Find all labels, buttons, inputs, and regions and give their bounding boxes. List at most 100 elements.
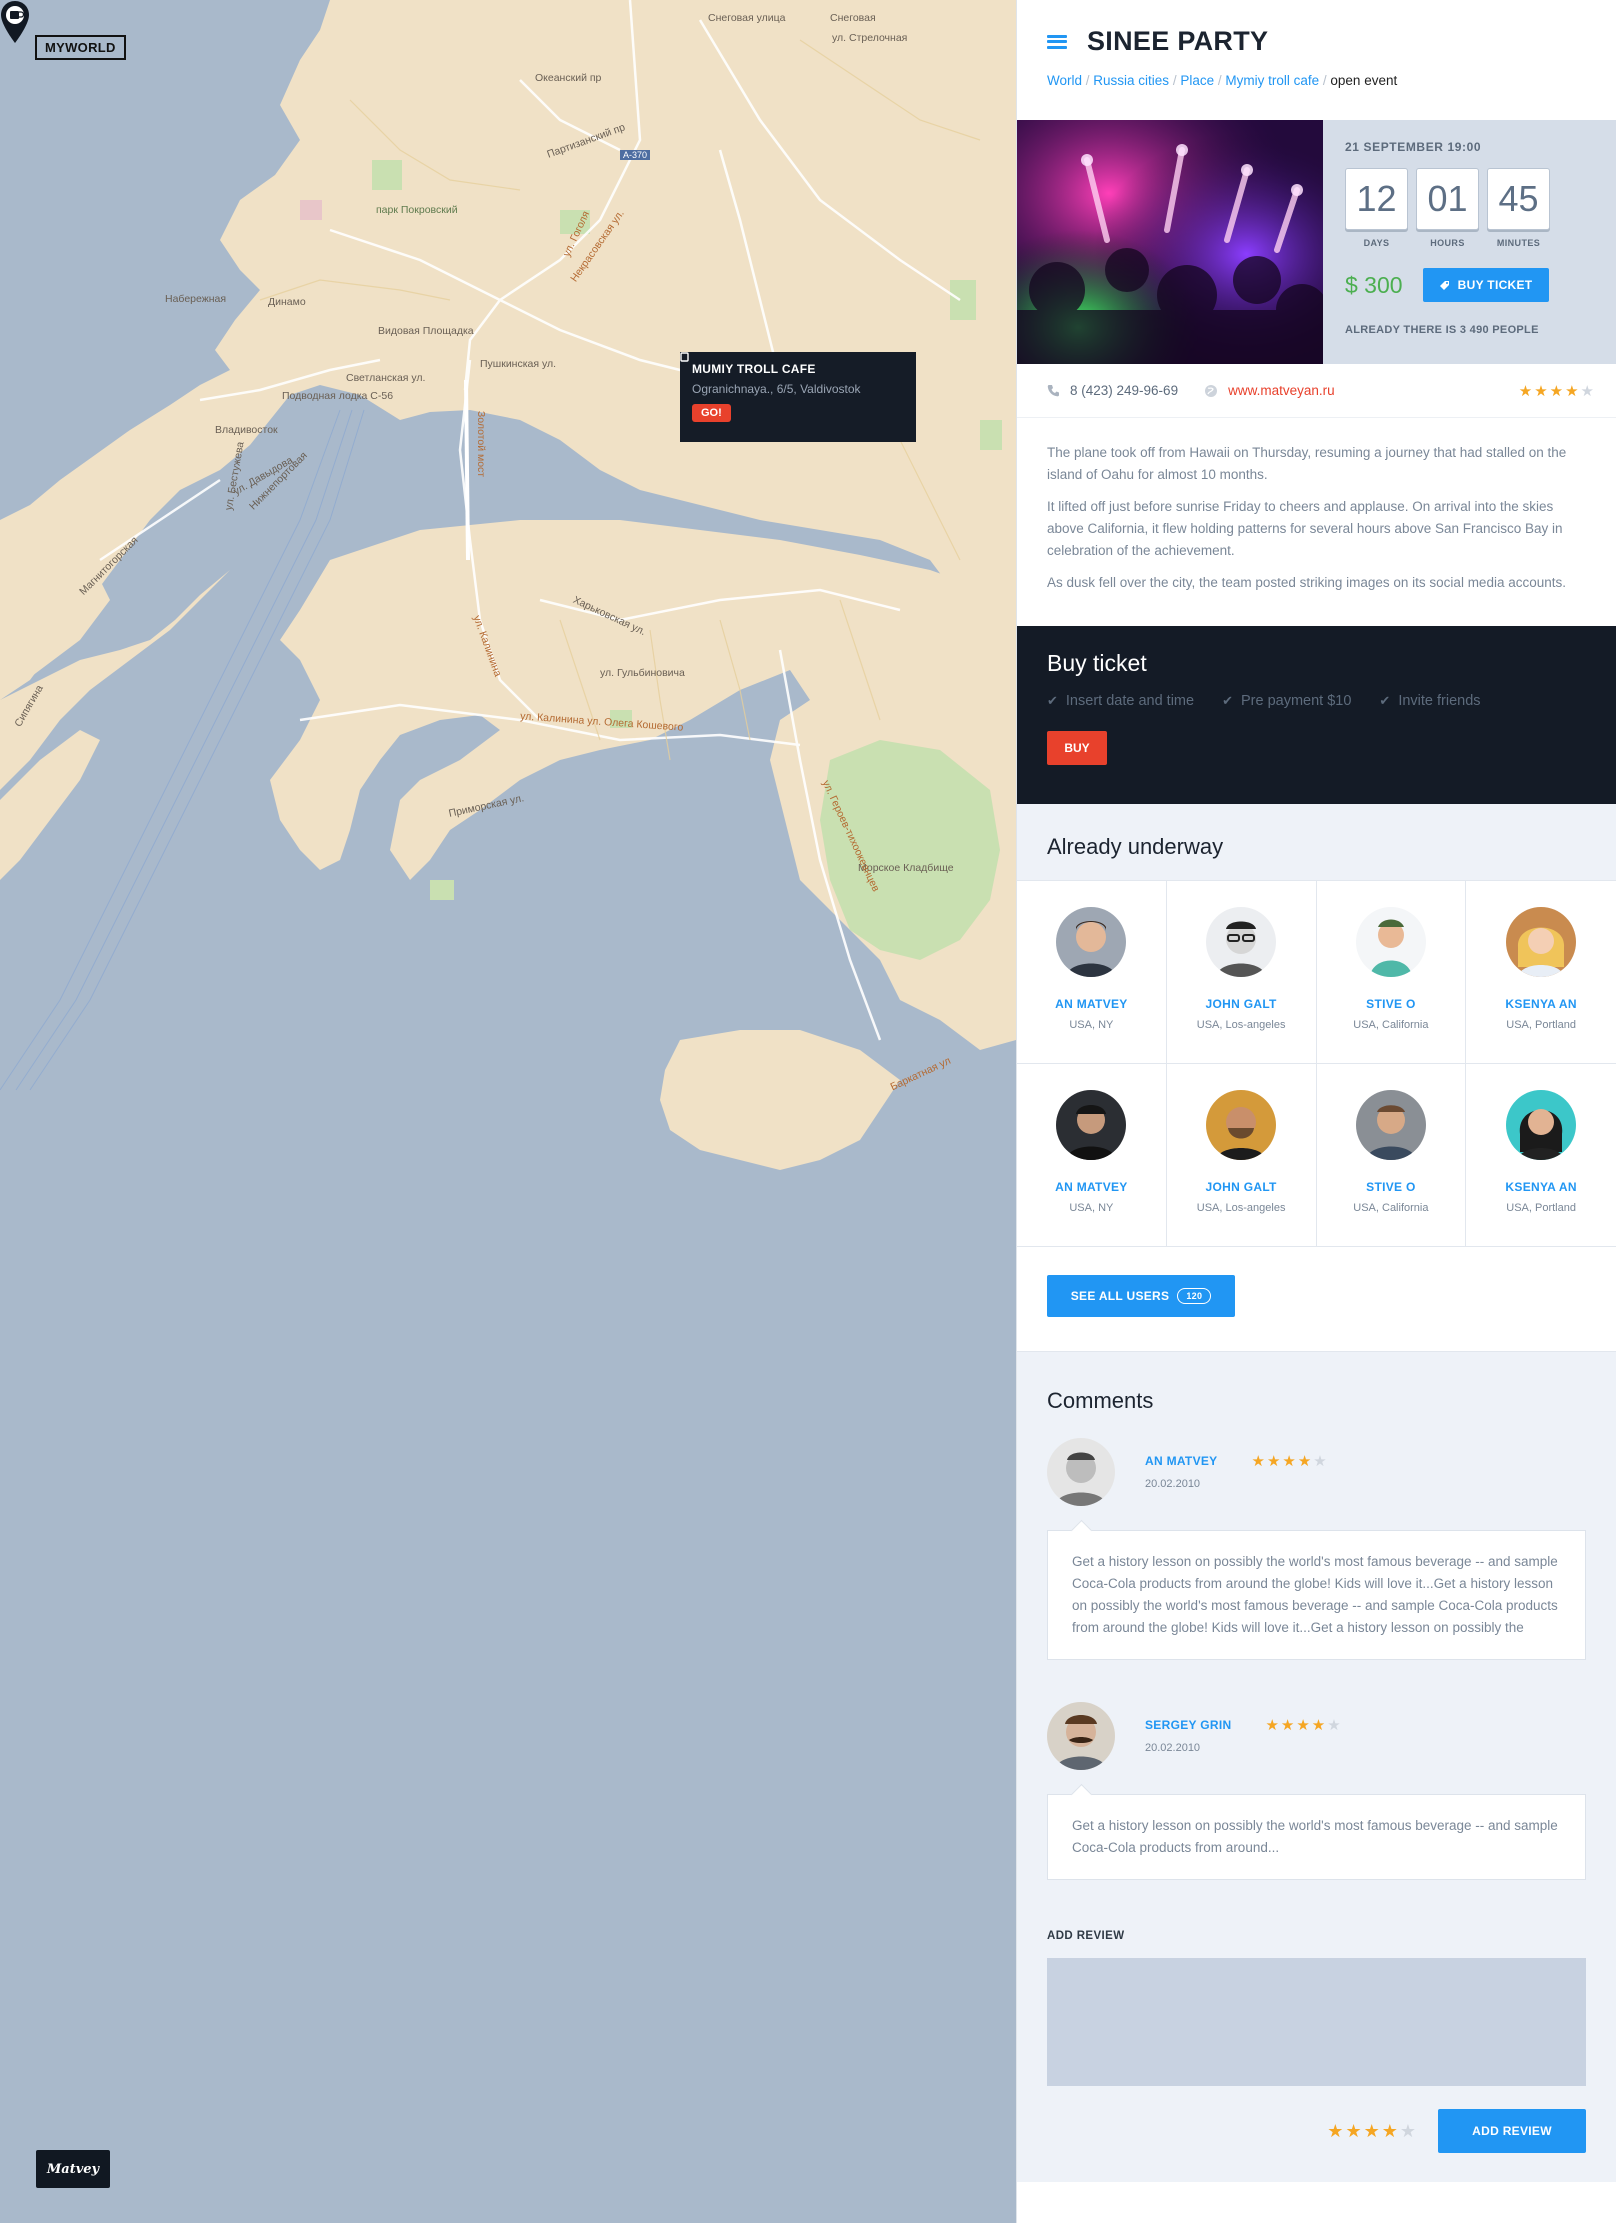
user-name: AN MATVEY xyxy=(1055,1180,1128,1194)
website: www.matveyan.ru xyxy=(1204,383,1335,398)
go-label: GO! xyxy=(701,407,722,419)
buy-steps: ✔ Insert date and time ✔ Pre payment $10 ✔… xyxy=(1047,693,1586,709)
comment-author[interactable]: SERGEY GRIN xyxy=(1145,1718,1231,1732)
star-icon[interactable]: ★ xyxy=(1364,2121,1380,2142)
event-panel: SINEE PARTY World / Russia cities / Plac… xyxy=(1016,0,1616,2223)
avatar xyxy=(1056,907,1127,977)
star-icon: ★ xyxy=(1313,1453,1327,1470)
comment-author[interactable]: AN MATVEY xyxy=(1145,1454,1217,1468)
map-label: Снеговая улица xyxy=(708,12,786,24)
buy-step-label: Invite friends xyxy=(1398,693,1481,709)
panel-header: SINEE PARTY World / Russia cities / Plac… xyxy=(1017,0,1616,120)
comment: AN MATVEY ★ ★ ★ ★ ★ 20.02.2010 Get a history… xyxy=(1047,1438,1586,1660)
underway-section: Already underway AN MATVEY USA, NY JOHN … xyxy=(1017,804,1616,1352)
map-label: Динамо xyxy=(268,296,306,308)
tag-icon xyxy=(1439,280,1449,290)
breadcrumb-link[interactable]: World xyxy=(1047,73,1082,88)
check-icon: ✔ xyxy=(1047,693,1058,708)
star-icon: ★ xyxy=(1534,382,1548,400)
countdown-timer: 12 DAYS 01 HOURS 45 MINUTES xyxy=(1345,168,1594,248)
map-label: Светланская ул. xyxy=(346,372,426,384)
review-textarea[interactable] xyxy=(1047,1958,1586,2086)
star-icon: ★ xyxy=(1549,382,1564,400)
star-icon: ★ xyxy=(1266,1453,1281,1470)
user-card[interactable]: STIVE O USA, California xyxy=(1316,881,1467,1064)
avatar xyxy=(1047,1702,1115,1770)
user-location: USA, NY xyxy=(1069,1019,1114,1031)
buy-step: ✔ Insert date and time xyxy=(1047,693,1194,709)
buy-step-label: Insert date and time xyxy=(1065,693,1195,709)
buy-step: ✔ Pre payment $10 xyxy=(1222,693,1351,709)
map-label: Снеговая xyxy=(830,12,876,24)
user-card[interactable]: STIVE O USA, California xyxy=(1316,1064,1467,1247)
menu-icon[interactable] xyxy=(1047,34,1067,49)
see-all-label: SEE ALL USERS xyxy=(1070,1289,1170,1303)
user-card[interactable]: JOHN GALT USA, Los-angeles xyxy=(1166,1064,1317,1247)
user-location: USA, Los-angeles xyxy=(1196,1202,1286,1214)
breadcrumb-link[interactable]: Russia cities xyxy=(1093,73,1169,88)
timer-hours: 01 HOURS xyxy=(1416,168,1479,248)
comment-date: 20.02.2010 xyxy=(1145,1478,1201,1490)
go-button[interactable]: GO! xyxy=(680,352,731,422)
globe-icon xyxy=(1205,384,1218,397)
star-icon: ★ xyxy=(1311,1717,1326,1734)
buy-ticket-button[interactable]: BUY TICKET xyxy=(1422,268,1549,302)
party-image xyxy=(1017,120,1323,364)
timer-label: MINUTES xyxy=(1496,238,1541,248)
breadcrumb-link[interactable]: Place xyxy=(1180,73,1214,88)
user-card[interactable]: KSENYA AN USA, Portland xyxy=(1466,1064,1616,1247)
phone-icon xyxy=(1047,385,1059,397)
comments-section: Comments AN MATVEY ★ ★ ★ ★ ★ 20.02.2010 Get … xyxy=(1017,1352,1616,2182)
check-icon: ✔ xyxy=(1222,693,1233,708)
avatar xyxy=(1206,907,1277,977)
map-label: ул. Стрелочная xyxy=(832,32,908,44)
user-name: KSENYA AN xyxy=(1505,997,1577,1011)
timer-label: DAYS xyxy=(1363,238,1390,248)
star-icon[interactable]: ★ xyxy=(1327,2121,1343,2142)
timer-value: 01 xyxy=(1416,168,1479,230)
map-label: Набережная xyxy=(165,293,227,305)
timer-value: 45 xyxy=(1487,168,1550,230)
buy-button[interactable]: BUY xyxy=(1047,731,1107,765)
breadcrumb-link[interactable]: Mymiy troll cafe xyxy=(1225,73,1319,88)
avatar xyxy=(1355,1090,1426,1160)
website-link[interactable]: www.matveyan.ru xyxy=(1228,383,1335,398)
user-card[interactable]: JOHN GALT USA, Los-angeles xyxy=(1166,881,1317,1064)
map-label: Пушкинская ул. xyxy=(480,358,557,370)
user-location: USA, Portland xyxy=(1506,1202,1576,1214)
star-icon[interactable]: ★ xyxy=(1345,2121,1361,2142)
page-title: SINEE PARTY xyxy=(1087,26,1269,56)
map-label: Золотой мост xyxy=(475,410,488,478)
map-view[interactable]: Набережная Динамо Видовая Площадка Подво… xyxy=(0,0,1016,2223)
star-icon[interactable]: ★ xyxy=(1400,2121,1416,2142)
check-icon: ✔ xyxy=(1379,693,1391,708)
event-date: 21 SEPTEMBER 19:00 xyxy=(1345,140,1482,154)
user-card[interactable]: AN MATVEY USA, NY xyxy=(1017,881,1167,1064)
buy-step-label: Pre payment $10 xyxy=(1240,693,1352,709)
user-card[interactable]: AN MATVEY USA, NY xyxy=(1017,1064,1167,1247)
event-rating: ★ ★ ★ ★ ★ xyxy=(1519,382,1594,400)
star-icon: ★ xyxy=(1518,382,1533,400)
map-label: Океанский пр xyxy=(535,72,602,84)
avatar xyxy=(1206,1090,1277,1160)
add-review-button[interactable]: ADD REVIEW xyxy=(1438,2109,1586,2153)
map-popup: MUMIY TROLL CAFE Ogranichnaya., 6/5, Val… xyxy=(680,352,916,442)
star-icon[interactable]: ★ xyxy=(1382,2121,1398,2142)
event-description: The plane took off from Hawaii on Thursd… xyxy=(1017,418,1616,626)
star-icon: ★ xyxy=(1282,1453,1296,1470)
star-icon: ★ xyxy=(1251,1453,1265,1470)
brand-logo[interactable]: MYWORLD xyxy=(35,35,126,60)
see-all-users-button[interactable]: SEE ALL USERS 120 xyxy=(1047,1275,1235,1317)
user-name: JOHN GALT xyxy=(1205,1180,1277,1194)
timer-label: HOURS xyxy=(1430,238,1465,248)
buy-ticket-block: Buy ticket ✔ Insert date and time ✔ Pre pa… xyxy=(1017,626,1616,804)
breadcrumb: World / Russia cities / Place / Mymiy tr… xyxy=(1047,73,1398,88)
ticket-price: $ 300 xyxy=(1345,271,1403,298)
map-pin-icon[interactable] xyxy=(0,0,30,44)
cup-icon xyxy=(680,352,689,362)
users-grid: AN MATVEY USA, NY JOHN GALT USA, Los-ang… xyxy=(1017,880,1616,1247)
review-rating-input[interactable]: ★ ★ ★ ★ ★ xyxy=(1327,2121,1416,2142)
map-label: A-370 xyxy=(620,150,651,160)
buy-step: ✔ Invite friends xyxy=(1379,693,1480,709)
user-card[interactable]: KSENYA AN USA, Portland xyxy=(1466,881,1616,1064)
